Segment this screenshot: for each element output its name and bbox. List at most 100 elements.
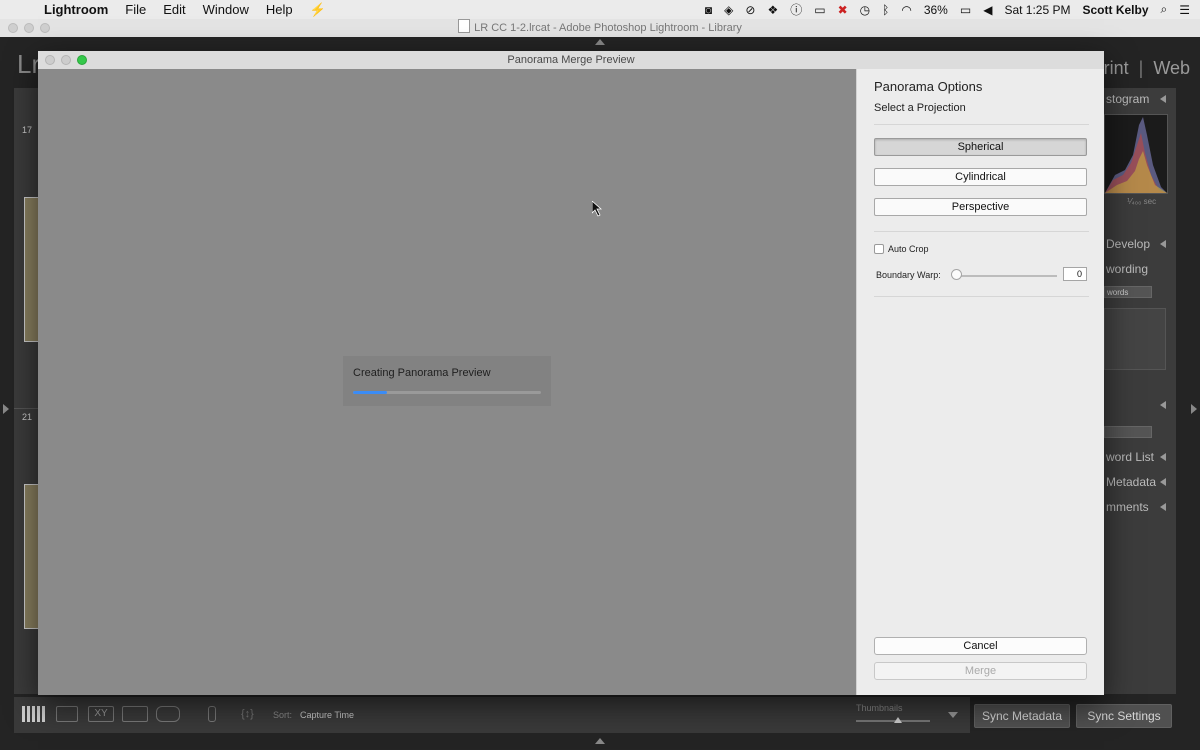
menu-help[interactable]: Help [266,0,293,19]
left-panel-toggle-icon[interactable] [3,404,9,414]
grid-cell-number: 21 [22,412,33,422]
histogram-graphic [1105,117,1167,193]
progress-bar-fill [353,391,387,394]
keyword-tags-area[interactable] [1104,308,1166,370]
battery-percent: 36% [923,2,948,17]
top-panel-toggle-icon[interactable] [595,39,605,45]
metadata-panel-header[interactable]: Metadata [1106,475,1178,489]
cylindrical-button[interactable]: Cylindrical [874,168,1087,186]
menu-edit[interactable]: Edit [163,0,185,19]
thumbnail-size-knob[interactable] [894,717,902,723]
menubar-status: ◙ ◈ ⊘ ❖ ⓘ ▭ ✖ ◷ ᛒ ◠ 36% ▭ ◀ Sat 1:25 PM … [693,0,1190,19]
histogram-panel-header[interactable]: stogram [1106,92,1178,106]
dialog-window-controls [45,55,93,65]
sort-label: Sort: [273,710,293,720]
zoom-button[interactable] [40,23,50,33]
panorama-preview-area: Creating Panorama Preview [38,69,856,695]
sort-direction-icon[interactable]: {↕} [241,706,267,722]
comments-panel-header[interactable]: mments [1106,500,1178,514]
develop-collapse-icon[interactable] [1160,240,1166,248]
script-icon[interactable]: ⚡ [310,0,326,19]
keywords-dropdown[interactable]: words [1104,286,1152,298]
minimize-button[interactable] [24,23,34,33]
menu-file[interactable]: File [125,0,146,19]
toolbar-options-chevron-down-icon[interactable] [948,712,958,718]
compare-view-icon[interactable]: XY [88,706,114,722]
progress-bar [353,391,541,394]
cursor-arrow-graphic [592,201,602,217]
boundary-warp-knob[interactable] [951,269,962,280]
battery-icon[interactable]: ▭ [960,3,971,17]
keyword-list-panel-header[interactable]: word List [1106,450,1178,464]
bottom-panel-toggle-icon[interactable] [595,738,605,744]
metadata-collapse-icon[interactable] [1160,478,1166,486]
dialog-close-button[interactable] [45,55,55,65]
window-controls [8,23,56,33]
projection-label: Select a Projection [874,102,966,114]
spotlight-icon[interactable]: ⌕ [1161,2,1168,17]
menubar-clock[interactable]: Sat 1:25 PM [1004,3,1070,17]
keyword-suggestions-collapse-icon[interactable] [1160,401,1166,409]
spray-can-icon[interactable] [208,706,216,722]
people-view-icon[interactable] [156,706,180,722]
sync-metadata-button[interactable]: Sync Metadata [974,704,1070,728]
dialog-minimize-button[interactable] [61,55,71,65]
dialog-zoom-button[interactable] [77,55,87,65]
wifi-icon[interactable]: ◠ [901,3,911,17]
lightroom-logo: Lr [17,49,41,79]
sort-select[interactable]: Capture Time [300,710,354,720]
keywording-panel-header[interactable]: wording [1106,262,1178,276]
comments-collapse-icon[interactable] [1160,503,1166,511]
menu-app-name[interactable]: Lightroom [44,0,108,19]
module-picker: rint | Web [1103,58,1190,78]
module-print[interactable]: rint [1104,58,1129,78]
notification-center-icon[interactable]: ☰ [1179,3,1190,17]
thumbnail-size-slider[interactable] [856,720,930,722]
develop-panel-header[interactable]: Develop [1106,237,1178,251]
loupe-view-icon[interactable] [56,706,78,722]
volume-icon[interactable]: ◀ [983,3,992,17]
dialog-title: Panorama Merge Preview [507,54,635,66]
separator [874,124,1089,125]
separator [874,296,1089,297]
auto-crop-label[interactable]: Auto Crop [888,244,929,254]
info-icon[interactable]: ⓘ [790,1,802,18]
airplay-icon[interactable]: ▭ [814,3,825,17]
blocked-icon[interactable]: ✖ [838,3,848,17]
right-panel-toggle-icon[interactable] [1191,404,1197,414]
dialog-titlebar: Panorama Merge Preview [38,51,1104,70]
close-button[interactable] [8,23,18,33]
sync-icon[interactable]: ⊘ [745,3,755,17]
panorama-options-panel: Panorama Options Select a Projection Sph… [856,69,1104,695]
survey-view-icon[interactable] [122,706,148,722]
auto-crop-checkbox[interactable] [874,244,884,254]
merge-button[interactable]: Merge [874,662,1087,680]
panorama-merge-dialog: Panorama Merge Preview Creating Panorama… [38,51,1104,695]
grid-cell-number: 17 [22,125,33,135]
menu-window[interactable]: Window [203,0,249,19]
separator [874,231,1089,232]
dropbox-icon[interactable]: ❖ [767,3,778,17]
histogram-chart [1104,114,1168,194]
perspective-button[interactable]: Perspective [874,198,1087,216]
lightroom-window-titlebar: LR CC 1-2.lrcat - Adobe Photoshop Lightr… [0,19,1200,38]
window-title: LR CC 1-2.lrcat - Adobe Photoshop Lightr… [474,22,742,34]
bluetooth-icon[interactable]: ᛒ [882,3,889,17]
document-icon [458,19,471,33]
grid-view-icon[interactable] [22,706,46,722]
boundary-warp-slider[interactable] [955,275,1057,277]
module-web[interactable]: Web [1153,58,1190,78]
cancel-button[interactable]: Cancel [874,637,1087,655]
boundary-warp-value-field[interactable]: 0 [1063,267,1087,281]
keyword-set-dropdown[interactable] [1104,426,1152,438]
grid-divider [14,408,38,409]
sync-settings-button[interactable]: Sync Settings [1076,704,1172,728]
progress-label: Creating Panorama Preview [353,367,491,379]
spherical-button[interactable]: Spherical [874,138,1087,156]
time-machine-icon[interactable]: ◷ [860,3,870,17]
camera-icon[interactable]: ◙ [705,3,712,17]
menubar-user[interactable]: Scott Kelby [1082,3,1148,17]
histogram-collapse-icon[interactable] [1160,95,1166,103]
evernote-icon[interactable]: ◈ [724,3,733,17]
keyword-list-collapse-icon[interactable] [1160,453,1166,461]
